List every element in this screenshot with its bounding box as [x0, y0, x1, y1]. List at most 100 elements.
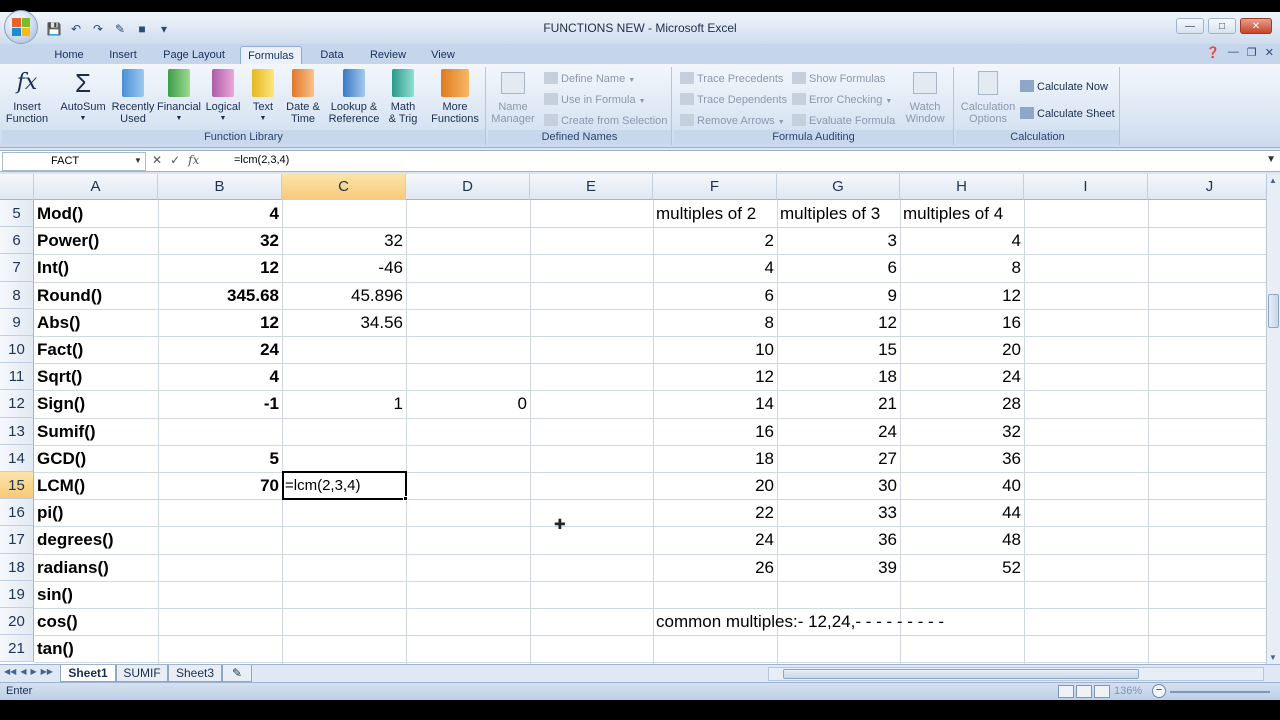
- cell-h17[interactable]: 48: [900, 526, 1024, 553]
- cell-a11[interactable]: Sqrt(): [34, 363, 85, 390]
- cell-a17[interactable]: degrees(): [34, 526, 117, 553]
- calculate-now-button[interactable]: Calculate Now: [1020, 79, 1108, 95]
- cell-h16[interactable]: 44: [900, 499, 1024, 526]
- maximize-icon[interactable]: □: [1208, 18, 1236, 34]
- cell-c6[interactable]: 32: [282, 227, 406, 254]
- column-header-h[interactable]: H: [900, 174, 1024, 200]
- cell-a5[interactable]: Mod(): [34, 200, 86, 227]
- tab-formulas[interactable]: Formulas: [240, 46, 302, 64]
- workbook-close-icon[interactable]: ✕: [1265, 46, 1274, 59]
- cell-h6[interactable]: 4: [900, 227, 1024, 254]
- cell-h11[interactable]: 24: [900, 363, 1024, 390]
- zoom-level[interactable]: 136%: [1114, 685, 1142, 697]
- name-manager-button[interactable]: Name Manager: [490, 69, 536, 125]
- formula-input[interactable]: =lcm(2,3,4): [234, 154, 289, 166]
- enter-icon[interactable]: ✓: [170, 153, 180, 167]
- cell-f16[interactable]: 22: [653, 499, 777, 526]
- tab-review[interactable]: Review: [368, 46, 408, 64]
- cell-b8[interactable]: 345.68: [158, 282, 282, 309]
- tab-view[interactable]: View: [428, 46, 458, 64]
- trace-precedents-button[interactable]: Trace Precedents: [680, 71, 783, 87]
- fill-handle[interactable]: [403, 496, 408, 502]
- page-break-view-icon[interactable]: [1094, 685, 1110, 698]
- cell-g13[interactable]: 24: [777, 418, 900, 445]
- cell-a20[interactable]: cos(): [34, 608, 81, 635]
- cell-f5[interactable]: multiples of 2: [653, 200, 759, 227]
- column-header-a[interactable]: A: [34, 174, 158, 200]
- cell-g17[interactable]: 36: [777, 526, 900, 553]
- cancel-icon[interactable]: ✕: [152, 153, 162, 167]
- cell-f8[interactable]: 6: [653, 282, 777, 309]
- lookup-reference-button[interactable]: Lookup & Reference: [326, 69, 382, 125]
- trace-dependents-button[interactable]: Trace Dependents: [680, 92, 787, 108]
- cell-a7[interactable]: Int(): [34, 254, 72, 281]
- sheet-tab-sumif[interactable]: SUMIF: [116, 665, 168, 682]
- insert-function-icon[interactable]: fx: [188, 153, 199, 167]
- vertical-scroll-thumb[interactable]: [1268, 294, 1279, 328]
- cell-a19[interactable]: sin(): [34, 581, 76, 608]
- date-time-button[interactable]: Date & Time: [280, 69, 326, 125]
- error-checking-button[interactable]: Error Checking ▼: [792, 92, 892, 108]
- cell-h15[interactable]: 40: [900, 472, 1024, 499]
- workbook-restore-icon[interactable]: ❐: [1247, 46, 1257, 59]
- normal-view-icon[interactable]: [1058, 685, 1074, 698]
- cell-g11[interactable]: 18: [777, 363, 900, 390]
- cell-g14[interactable]: 27: [777, 445, 900, 472]
- cell-f11[interactable]: 12: [653, 363, 777, 390]
- zoom-out-icon[interactable]: −: [1152, 684, 1166, 698]
- row-header-11[interactable]: 11: [0, 363, 34, 391]
- cell-a15[interactable]: LCM(): [34, 472, 88, 499]
- sheet-tab-sheet1[interactable]: Sheet1: [60, 665, 116, 682]
- column-header-g[interactable]: G: [777, 174, 900, 200]
- cell-g5[interactable]: multiples of 3: [777, 200, 883, 227]
- cell-b14[interactable]: 5: [158, 445, 282, 472]
- cell-h12[interactable]: 28: [900, 390, 1024, 417]
- row-header-14[interactable]: 14: [0, 444, 34, 472]
- row-header-7[interactable]: 7: [0, 254, 34, 282]
- cell-b11[interactable]: 4: [158, 363, 282, 390]
- cell-f17[interactable]: 24: [653, 526, 777, 553]
- vertical-scrollbar[interactable]: ▲ ▼: [1266, 174, 1280, 664]
- row-header-18[interactable]: 18: [0, 553, 34, 581]
- close-icon[interactable]: ✕: [1240, 18, 1272, 34]
- evaluate-formula-button[interactable]: Evaluate Formula: [792, 113, 895, 129]
- last-sheet-icon[interactable]: ▶▶: [41, 667, 53, 676]
- calculate-sheet-button[interactable]: Calculate Sheet: [1020, 106, 1115, 122]
- row-header-19[interactable]: 19: [0, 580, 34, 608]
- cell-a9[interactable]: Abs(): [34, 309, 83, 336]
- expand-formula-bar-icon[interactable]: ▼: [1266, 154, 1276, 165]
- column-header-i[interactable]: I: [1024, 174, 1148, 200]
- prev-sheet-icon[interactable]: ◀: [20, 667, 26, 676]
- column-header-e[interactable]: E: [530, 174, 653, 200]
- math-trig-button[interactable]: Math & Trig: [380, 69, 426, 125]
- help-icon[interactable]: ❓: [1206, 46, 1220, 59]
- row-header-10[interactable]: 10: [0, 336, 34, 364]
- row-header-21[interactable]: 21: [0, 635, 34, 663]
- cell-b10[interactable]: 24: [158, 336, 282, 363]
- more-functions-button[interactable]: More Functions: [428, 69, 482, 125]
- row-header-6[interactable]: 6: [0, 227, 34, 255]
- cell-f6[interactable]: 2: [653, 227, 777, 254]
- row-header-15[interactable]: 15: [0, 472, 34, 500]
- row-header-5[interactable]: 5: [0, 200, 34, 228]
- cell-h7[interactable]: 8: [900, 254, 1024, 281]
- horizontal-scroll-thumb[interactable]: [783, 669, 1139, 679]
- cell-b7[interactable]: 12: [158, 254, 282, 281]
- row-header-20[interactable]: 20: [0, 608, 34, 636]
- remove-arrows-button[interactable]: Remove Arrows ▼: [680, 113, 785, 129]
- cell-g7[interactable]: 6: [777, 254, 900, 281]
- sheet-tab-sheet3[interactable]: Sheet3: [168, 665, 222, 682]
- column-header-f[interactable]: F: [653, 174, 777, 200]
- cell-a14[interactable]: GCD(): [34, 445, 89, 472]
- cell-f9[interactable]: 8: [653, 309, 777, 336]
- tab-page-layout[interactable]: Page Layout: [160, 46, 228, 64]
- page-layout-view-icon[interactable]: [1076, 685, 1092, 698]
- scroll-up-icon[interactable]: ▲: [1269, 176, 1277, 185]
- cell-h13[interactable]: 32: [900, 418, 1024, 445]
- cell-a21[interactable]: tan(): [34, 635, 77, 662]
- row-header-8[interactable]: 8: [0, 281, 34, 309]
- cell-f20[interactable]: common multiples:- 12,24,- - - - - - - -…: [653, 608, 947, 635]
- use-in-formula-button[interactable]: Use in Formula ▼: [544, 92, 646, 108]
- cell-f10[interactable]: 10: [653, 336, 777, 363]
- workbook-minimize-icon[interactable]: —: [1228, 46, 1239, 59]
